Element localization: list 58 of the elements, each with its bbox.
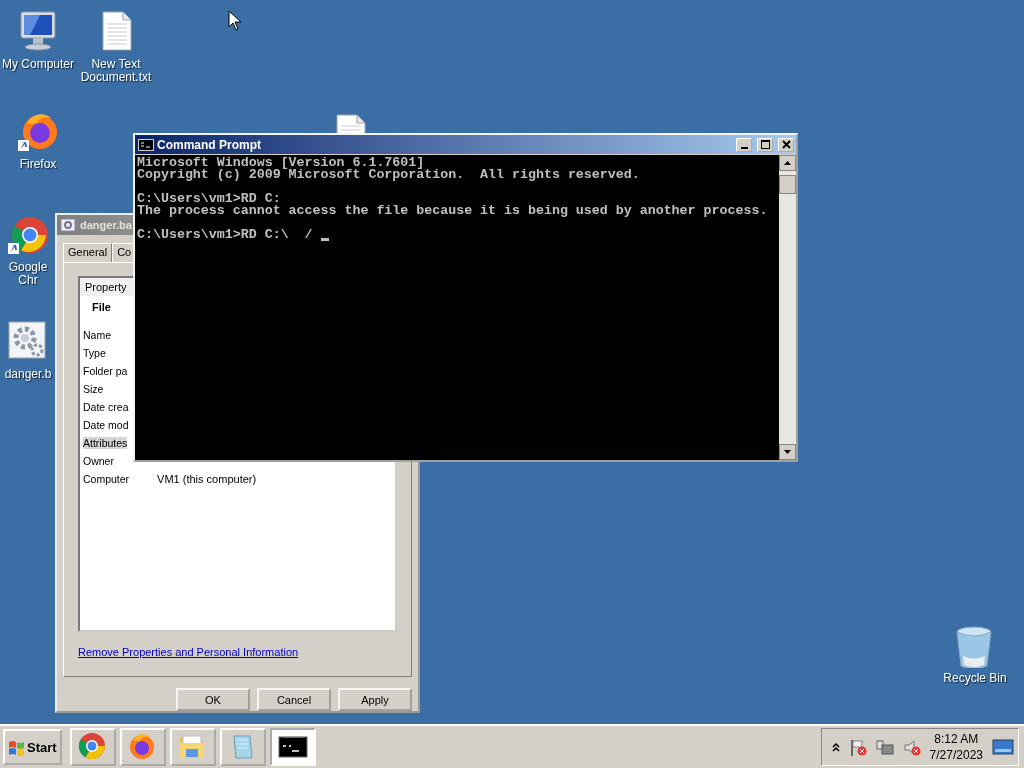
- scroll-thumb[interactable]: [779, 175, 796, 194]
- icon-label: New Text Document.txt: [79, 58, 153, 84]
- icon-label: My Computer: [2, 58, 74, 71]
- mouse-cursor-icon: [228, 10, 241, 31]
- speaker-icon[interactable]: [902, 738, 921, 756]
- console-line: The process cannot access the file because it is being used by another process.: [137, 205, 769, 217]
- property-name[interactable]: Owner: [83, 454, 114, 467]
- scrollbar[interactable]: [779, 155, 796, 460]
- icon-label: Firefox: [19, 158, 57, 171]
- windows-logo-icon: [8, 738, 25, 756]
- scroll-down-icon[interactable]: [779, 444, 796, 460]
- icon-label: danger.b: [4, 368, 52, 381]
- maximize-icon: [760, 140, 770, 149]
- property-name[interactable]: Attributes: [83, 436, 128, 449]
- property-name[interactable]: Date crea: [83, 400, 129, 413]
- icon-label: Google Chr: [7, 261, 49, 287]
- close-button[interactable]: [778, 137, 794, 152]
- taskbar-button[interactable]: [119, 728, 166, 766]
- dialog-button[interactable]: OK: [176, 688, 250, 711]
- clock-time: 8:12 AM: [934, 731, 979, 747]
- window-title: Command Prompt: [157, 137, 262, 152]
- property-name[interactable]: Name: [83, 328, 111, 341]
- show-desktop-icon[interactable]: [992, 737, 1014, 757]
- column-header[interactable]: Property: [85, 280, 127, 293]
- network-icon[interactable]: [875, 738, 894, 756]
- property-name[interactable]: Computer: [83, 472, 130, 485]
- property-name[interactable]: Date mod: [83, 418, 129, 431]
- icon-label: Recycle Bin: [943, 672, 1007, 685]
- property-name[interactable]: Folder pa: [83, 364, 128, 377]
- clock-date: 7/27/2023: [929, 747, 983, 763]
- chrome-icon: [77, 732, 108, 762]
- minimize-icon: [740, 146, 748, 149]
- console-line: Copyright (c) 2009 Microsoft Corporation. All rights reserved.: [137, 169, 641, 181]
- tab[interactable]: General: [63, 243, 113, 262]
- property-name[interactable]: Size: [83, 382, 104, 395]
- property-name[interactable]: Type: [83, 346, 106, 359]
- window-title: danger.ba: [80, 219, 132, 232]
- console-line: Microsoft Windows [Version 6.1.7601]: [137, 157, 425, 169]
- group-heading: File: [91, 299, 112, 315]
- console-line: C:\Users\vm1>RD C:: [137, 193, 282, 205]
- console-area[interactable]: [135, 155, 779, 460]
- gear-file-icon: [60, 217, 76, 234]
- property-value: VM1 (this computer): [157, 472, 257, 485]
- console-line: C:\Users\vm1>RD C:\ /: [137, 229, 777, 241]
- computer-icon: [17, 10, 59, 54]
- close-icon: [781, 140, 791, 149]
- start-button[interactable]: Start: [3, 729, 62, 765]
- flag-icon[interactable]: [848, 738, 867, 756]
- dialog-button[interactable]: Apply: [338, 688, 412, 711]
- scroll-up-icon[interactable]: [779, 155, 796, 171]
- chevron-up-icon[interactable]: [831, 742, 840, 752]
- dialog-button[interactable]: Cancel: [257, 688, 331, 711]
- remove-properties-link[interactable]: Remove Properties and Personal Information: [78, 645, 299, 658]
- maximize-button[interactable]: [757, 137, 773, 152]
- minimize-button[interactable]: [736, 137, 752, 152]
- console-icon: [138, 137, 154, 152]
- text-cursor: [320, 238, 329, 241]
- taskbar-button[interactable]: [269, 728, 316, 766]
